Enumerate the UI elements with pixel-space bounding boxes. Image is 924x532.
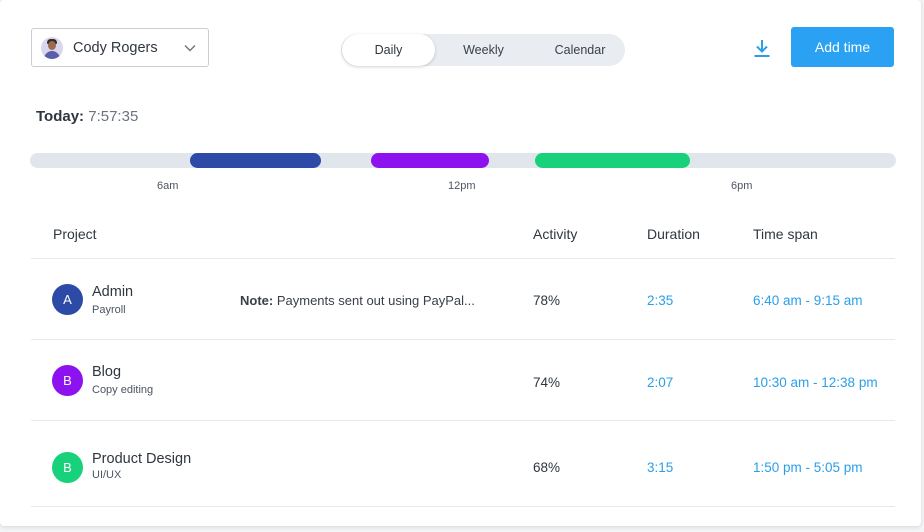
tick-12pm: 12pm: [448, 180, 476, 192]
note-text: Payments sent out using PayPal...: [276, 293, 475, 308]
tab-daily[interactable]: Daily: [342, 34, 435, 66]
chevron-down-icon: [184, 44, 196, 51]
header-activity: Activity: [533, 226, 578, 242]
time-span-link[interactable]: 1:50 pm - 5:05 pm: [753, 460, 863, 475]
divider: [31, 506, 895, 507]
view-tabs: Daily Weekly Calendar: [341, 34, 625, 66]
user-avatar: [41, 36, 63, 59]
project-badge: A: [52, 284, 83, 315]
header-project: Project: [53, 226, 97, 242]
note-label: Note:: [240, 293, 274, 308]
timeline-segment-blog[interactable]: [371, 153, 489, 168]
table-row[interactable]: B Product Design UI/UX 68% 3:15 1:50 pm …: [31, 421, 895, 506]
duration-link[interactable]: 3:15: [647, 460, 673, 475]
project-subtitle: Payroll: [92, 304, 126, 316]
header-time-span: Time span: [753, 226, 818, 242]
project-name: Blog: [92, 364, 122, 380]
tab-weekly[interactable]: Weekly: [456, 34, 511, 66]
project-name: Admin: [92, 284, 134, 300]
duration-link[interactable]: 2:35: [647, 293, 673, 308]
user-select[interactable]: Cody Rogers: [31, 28, 209, 67]
project-badge: B: [52, 452, 83, 483]
table-row[interactable]: A Admin Payroll Note: Payments sent out …: [31, 259, 895, 339]
table-row[interactable]: B Blog Copy editing 74% 2:07 10:30 am - …: [31, 340, 895, 420]
day-timeline: [30, 153, 896, 168]
timeline-segment-admin[interactable]: [190, 153, 321, 168]
project-subtitle: UI/UX: [92, 469, 122, 481]
header-duration: Duration: [647, 226, 700, 242]
timeline-segment-product-design[interactable]: [535, 153, 690, 168]
row-note: Note: Payments sent out using PayPal...: [240, 293, 475, 308]
tick-6am: 6am: [157, 180, 179, 192]
tick-6pm: 6pm: [731, 180, 753, 192]
project-name: Product Design: [92, 451, 192, 467]
tab-calendar[interactable]: Calendar: [549, 34, 611, 66]
activity-value: 68%: [533, 460, 561, 475]
today-value: 7:57:35: [88, 108, 139, 125]
duration-link[interactable]: 2:07: [647, 375, 673, 390]
project-subtitle: Copy editing: [92, 384, 154, 396]
time-span-link[interactable]: 10:30 am - 12:38 pm: [753, 375, 878, 390]
activity-value: 74%: [533, 375, 561, 390]
project-badge: B: [52, 365, 83, 396]
timesheet-card: Cody Rogers Daily Weekly Calendar Add ti…: [0, 0, 921, 526]
today-total: Today: 7:57:35: [36, 108, 138, 125]
user-name: Cody Rogers: [73, 39, 158, 56]
time-span-link[interactable]: 6:40 am - 9:15 am: [753, 293, 863, 308]
add-time-button[interactable]: Add time: [791, 27, 894, 67]
today-label: Today:: [36, 108, 85, 125]
activity-value: 78%: [533, 293, 561, 308]
download-icon[interactable]: [752, 38, 772, 58]
